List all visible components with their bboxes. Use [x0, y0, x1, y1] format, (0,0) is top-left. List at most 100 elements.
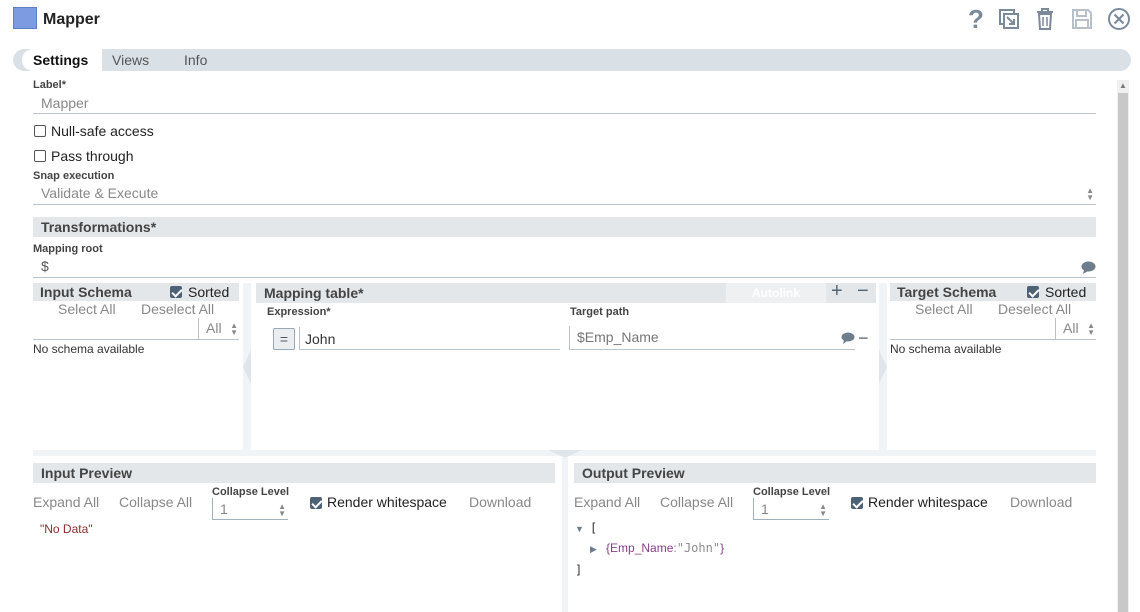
- delete-icon[interactable]: [1032, 6, 1058, 32]
- input-collapse-level-input[interactable]: 1 ▲ ▼: [212, 498, 288, 520]
- target-schema-filter-value: All: [1063, 320, 1079, 336]
- export-icon[interactable]: [996, 6, 1022, 32]
- target-select-all-link[interactable]: Select All: [915, 301, 973, 317]
- mapping-table-title: Mapping table*: [264, 285, 364, 301]
- tab-views[interactable]: Views: [112, 52, 149, 68]
- add-row-icon[interactable]: +: [831, 280, 843, 303]
- collapse-down-arrow-icon[interactable]: [548, 450, 582, 458]
- input-deselect-all-link[interactable]: Deselect All: [141, 301, 214, 317]
- mapper-app-icon: [13, 7, 37, 29]
- input-sorted-checkbox[interactable]: [170, 286, 182, 298]
- help-icon[interactable]: ?: [963, 6, 989, 32]
- output-collapse-level-caption: Collapse Level: [753, 486, 831, 498]
- json-array-open: [: [590, 521, 598, 535]
- pass-through-label: Pass through: [51, 148, 134, 164]
- json-object-close: }: [720, 541, 725, 555]
- expression-value: John: [305, 331, 336, 347]
- json-key: Emp_Name: [610, 541, 674, 555]
- output-collapse-all-link[interactable]: Collapse All: [660, 494, 733, 510]
- scroll-up-arrow-icon[interactable]: ▲: [1118, 81, 1128, 91]
- target-path-value: $Emp_Name: [577, 329, 659, 345]
- target-sorted-label: Sorted: [1045, 284, 1087, 300]
- input-expand-all-link[interactable]: Expand All: [33, 494, 99, 510]
- save-icon[interactable]: [1069, 6, 1095, 32]
- target-deselect-all-link[interactable]: Deselect All: [998, 301, 1071, 317]
- input-download-link[interactable]: Download: [469, 494, 531, 510]
- pass-through-checkbox[interactable]: [34, 150, 46, 162]
- target-comment-icon[interactable]: [841, 332, 855, 344]
- input-level-stepper-icon[interactable]: ▲ ▼: [278, 503, 286, 518]
- expression-header: Expression*: [267, 306, 331, 318]
- snap-execution-value: Validate & Execute: [41, 185, 159, 201]
- tab-settings[interactable]: Settings: [33, 52, 88, 68]
- output-expand-all-link[interactable]: Expand All: [574, 494, 640, 510]
- json-value: "John": [676, 541, 721, 555]
- target-filter-arrows-icon: ▲ ▼: [1087, 321, 1095, 337]
- output-preview-header: Output Preview: [574, 463, 1096, 483]
- label-caption: Label*: [33, 79, 67, 91]
- input-schema-filter-value: All: [206, 320, 222, 336]
- input-sorted-label: Sorted: [188, 284, 230, 300]
- mapping-root-value: $: [41, 258, 49, 274]
- select-arrows-icon: ▲ ▼: [1086, 186, 1094, 202]
- target-schema-header: Target Schema Sorted: [890, 283, 1096, 301]
- output-preview-title: Output Preview: [582, 465, 685, 481]
- expression-toggle-button[interactable]: =: [273, 328, 295, 350]
- input-schema-header: Input Schema Sorted: [33, 283, 239, 301]
- scrollbar-thumb[interactable]: [1118, 93, 1128, 612]
- input-select-all-link[interactable]: Select All: [58, 301, 116, 317]
- target-schema-empty-text: No schema available: [890, 342, 1002, 356]
- target-schema-filter-select[interactable]: All ▲ ▼: [1055, 318, 1096, 340]
- snap-execution-select[interactable]: Validate & Execute ▲ ▼: [33, 183, 1096, 205]
- tab-info[interactable]: Info: [184, 52, 207, 68]
- autolink-button[interactable]: Autolink: [726, 283, 826, 303]
- collapse-left-arrow-icon[interactable]: [243, 350, 251, 384]
- transformations-header: Transformations*: [33, 217, 1096, 237]
- expression-input[interactable]: John: [299, 327, 560, 350]
- target-sorted-checkbox[interactable]: [1027, 286, 1039, 298]
- label-input[interactable]: Mapper: [33, 92, 1096, 114]
- output-collapse-level-value: 1: [761, 501, 769, 517]
- input-schema-title: Input Schema: [40, 284, 132, 300]
- input-preview-content: "No Data": [40, 522, 93, 536]
- close-icon[interactable]: [1106, 6, 1132, 32]
- expand-array-toggle-icon[interactable]: ▼: [575, 524, 584, 534]
- output-render-whitespace-checkbox[interactable]: [851, 497, 863, 509]
- output-render-whitespace-label: Render whitespace: [868, 494, 988, 510]
- input-preview-title: Input Preview: [41, 465, 133, 481]
- tab-bar: [13, 49, 1131, 71]
- input-collapse-level-caption: Collapse Level: [212, 486, 290, 498]
- target-path-header: Target path: [570, 306, 630, 318]
- filter-arrows-icon: ▲ ▼: [230, 321, 238, 337]
- snap-execution-caption: Snap execution: [33, 170, 115, 182]
- input-schema-filter-select[interactable]: All ▲ ▼: [198, 318, 239, 340]
- preview-vertical-divider[interactable]: [562, 458, 568, 612]
- comment-icon[interactable]: [1081, 261, 1096, 274]
- remove-row-icon[interactable]: −: [857, 280, 869, 303]
- input-collapse-all-link[interactable]: Collapse All: [119, 494, 192, 510]
- mapping-root-caption: Mapping root: [33, 243, 103, 255]
- input-schema-empty-text: No schema available: [33, 342, 145, 356]
- output-collapse-level-input[interactable]: 1 ▲ ▼: [753, 498, 829, 520]
- mapping-table-header: Mapping table* Autolink + −: [256, 280, 876, 303]
- input-preview-header: Input Preview: [33, 463, 555, 483]
- collapse-right-arrow-icon[interactable]: [879, 350, 887, 384]
- output-level-stepper-icon[interactable]: ▲ ▼: [819, 503, 827, 518]
- delete-row-icon[interactable]: −: [858, 329, 869, 347]
- json-array-close: ]: [575, 563, 583, 577]
- transformations-title: Transformations*: [41, 219, 157, 235]
- window-title: Mapper: [43, 11, 100, 28]
- null-safe-checkbox[interactable]: [34, 125, 46, 137]
- input-render-whitespace-label: Render whitespace: [327, 494, 447, 510]
- input-collapse-level-value: 1: [220, 501, 228, 517]
- json-object-line: {Emp_Name:"John"}: [606, 541, 724, 555]
- input-render-whitespace-checkbox[interactable]: [310, 497, 322, 509]
- target-path-input[interactable]: $Emp_Name: [569, 326, 855, 350]
- input-schema-search[interactable]: [33, 318, 198, 340]
- target-schema-search[interactable]: [890, 318, 1055, 340]
- output-download-link[interactable]: Download: [1010, 494, 1072, 510]
- expand-object-toggle-icon[interactable]: ▶: [590, 544, 597, 555]
- label-input-value: Mapper: [41, 95, 89, 111]
- mapping-root-input[interactable]: $: [33, 256, 1096, 278]
- target-schema-title: Target Schema: [897, 284, 997, 300]
